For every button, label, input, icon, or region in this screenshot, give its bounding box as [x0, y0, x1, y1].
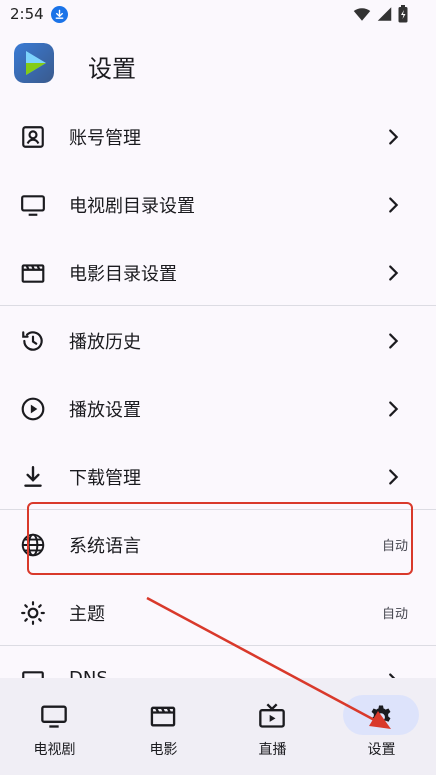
settings-item-label: 主题 — [69, 604, 105, 625]
download-icon — [20, 464, 46, 490]
battery-icon — [398, 5, 408, 27]
nav-label: 电影 — [149, 742, 178, 758]
settings-item-label: 账号管理 — [69, 128, 141, 149]
settings-item-label: 播放历史 — [69, 332, 141, 353]
settings-item-label: 电视剧目录设置 — [69, 196, 195, 217]
wifi-icon — [353, 6, 371, 26]
settings-item-label: DNS — [69, 668, 108, 678]
settings-item-downloads[interactable]: 下载管理 — [0, 442, 436, 510]
movie-icon — [20, 260, 46, 286]
settings-item-value: 自动 — [381, 607, 408, 622]
settings-item-tv-directory[interactable]: 电视剧目录设置 — [0, 170, 436, 238]
settings-item-dns[interactable]: DNS — [0, 646, 436, 678]
bottom-navigation: 电视剧 电影 直播 设置 — [0, 678, 436, 775]
play-circle-icon — [20, 396, 46, 422]
annotation-highlight-box — [27, 502, 413, 575]
nav-item-settings[interactable]: 设置 — [327, 678, 436, 775]
app-header: 设置 — [0, 36, 436, 96]
settings-item-playback[interactable]: 播放设置 — [0, 374, 436, 442]
download-notification-icon — [51, 6, 68, 23]
chevron-right-icon — [382, 262, 404, 284]
brightness-icon — [20, 600, 46, 626]
settings-item-account[interactable]: 账号管理 — [0, 102, 436, 170]
settings-item-history[interactable]: 播放历史 — [0, 306, 436, 374]
settings-item-label: 下载管理 — [69, 468, 141, 489]
nav-item-movie[interactable]: 电影 — [109, 678, 218, 775]
movie-icon — [149, 702, 177, 730]
app-logo-icon — [14, 43, 54, 83]
status-time: 2:54 — [10, 5, 44, 23]
nav-label: 设置 — [367, 742, 396, 758]
nav-item-tv[interactable]: 电视剧 — [0, 678, 109, 775]
tv-icon — [20, 192, 46, 218]
nav-item-live[interactable]: 直播 — [218, 678, 327, 775]
chevron-right-icon — [382, 330, 404, 352]
history-icon — [20, 328, 46, 354]
settings-item-movie-directory[interactable]: 电影目录设置 — [0, 238, 436, 306]
account-box-icon — [20, 124, 46, 150]
chevron-right-icon — [382, 670, 404, 678]
signal-icon — [377, 6, 392, 26]
page-title: 设置 — [88, 55, 136, 83]
nav-label: 直播 — [258, 742, 287, 758]
chevron-right-icon — [382, 126, 404, 148]
gear-icon — [367, 702, 395, 730]
settings-item-label: 播放设置 — [69, 400, 141, 421]
chevron-right-icon — [382, 466, 404, 488]
live-tv-icon — [258, 702, 286, 730]
settings-item-theme[interactable]: 主题 自动 — [0, 578, 436, 646]
dns-icon — [20, 668, 46, 678]
settings-list: 账号管理 电视剧目录设置 电影目录设置 播放历史 播放设置 下载管理 系统语言 … — [0, 102, 436, 678]
status-bar: 2:54 — [0, 0, 436, 30]
tv-icon — [40, 702, 68, 730]
chevron-right-icon — [382, 194, 404, 216]
chevron-right-icon — [382, 398, 404, 420]
settings-item-label: 电影目录设置 — [69, 264, 177, 285]
nav-label: 电视剧 — [33, 742, 76, 758]
